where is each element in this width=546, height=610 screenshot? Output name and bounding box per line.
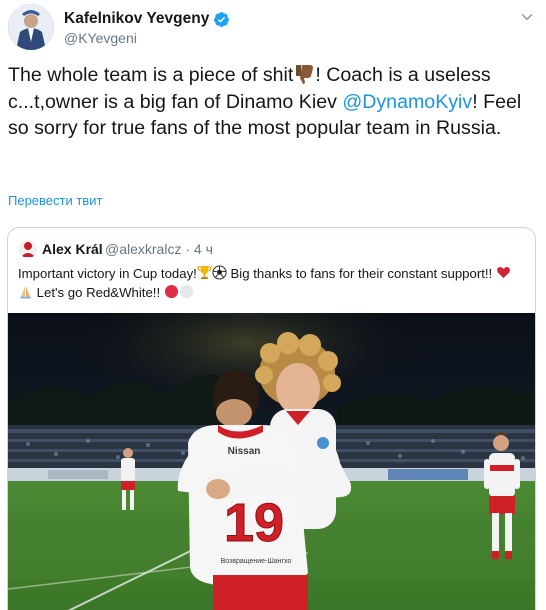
soccer-ball-icon	[212, 265, 227, 280]
chevron-down-icon[interactable]	[518, 8, 536, 26]
quoted-author-name[interactable]: Alex Král	[42, 241, 103, 257]
quoted-author-avatar[interactable]	[19, 240, 37, 258]
tweet-text: The whole team is a piece of shit! Coach…	[8, 62, 536, 142]
quoted-text-part: Important victory in Cup today!	[18, 266, 197, 281]
jersey-number: 19	[224, 493, 284, 553]
football-celebration-photo: 19 Nissan Возвращение-Шангхо	[8, 313, 535, 610]
trophy-icon	[197, 265, 212, 280]
verified-badge-icon	[214, 11, 230, 27]
folded-hands-icon	[20, 285, 31, 299]
mention-link[interactable]: @DynamoKyiv	[342, 91, 472, 113]
thumbs-down-icon	[296, 65, 314, 84]
heart-icon	[496, 266, 510, 279]
jersey-sleeve-text: Возвращение-Шангхо	[221, 558, 292, 565]
quoted-tweet[interactable]: Alex Král @alexkralcz · 4 ч Important vi…	[7, 227, 536, 610]
author-avatar[interactable]	[8, 4, 54, 50]
white-circle-icon	[179, 284, 193, 299]
translate-tweet-link[interactable]: Перевести твит	[8, 193, 102, 208]
red-circle-icon	[164, 284, 178, 299]
author-name[interactable]: Kafelnikov Yevgeny	[64, 10, 230, 28]
tweet-card: Kafelnikov Yevgeny @KYevgeni The whole t…	[0, 0, 546, 610]
tweet-text-part: The whole team is a piece of shit	[8, 64, 294, 86]
quoted-text-part: Big thanks to fans for their constant su…	[226, 266, 496, 281]
author-name-text[interactable]: Kafelnikov Yevgeny	[64, 10, 209, 28]
jersey-sponsor: Nissan	[228, 446, 261, 457]
quoted-author-meta[interactable]: @alexkralcz · 4 ч	[105, 241, 213, 257]
author-handle[interactable]: @KYevgeni	[64, 30, 137, 46]
quoted-tweet-text: Important victory in Cup today! Big than…	[18, 264, 523, 302]
quoted-tweet-photo[interactable]: 19 Nissan Возвращение-Шангхо	[8, 313, 535, 610]
quoted-text-part: Let's go Red&White!!	[33, 285, 164, 300]
